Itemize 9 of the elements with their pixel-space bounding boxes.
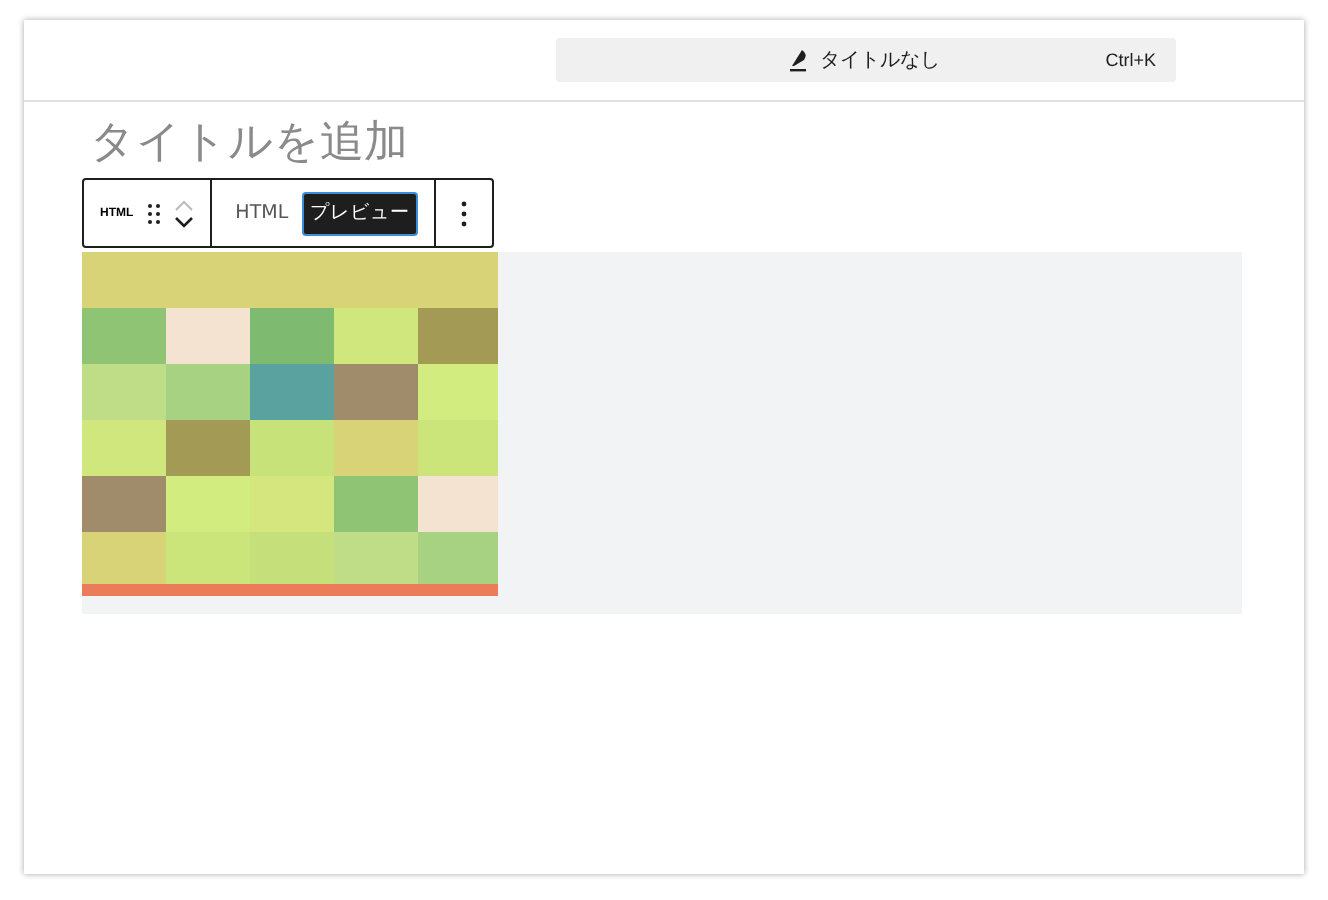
move-down-icon[interactable]	[173, 215, 194, 227]
more-options-icon[interactable]	[460, 199, 469, 227]
mode-tab[interactable]: HTML	[227, 191, 297, 235]
shortcut-hint: Ctrl+K	[1105, 50, 1156, 70]
document-title: タイトルなし	[820, 48, 942, 74]
drag-handle-icon[interactable]	[145, 201, 162, 225]
command-bar[interactable]: タイトルなし Ctrl+K	[556, 38, 1176, 82]
mode-tab[interactable]: プレビュー	[302, 191, 419, 235]
quill-icon	[788, 48, 808, 72]
